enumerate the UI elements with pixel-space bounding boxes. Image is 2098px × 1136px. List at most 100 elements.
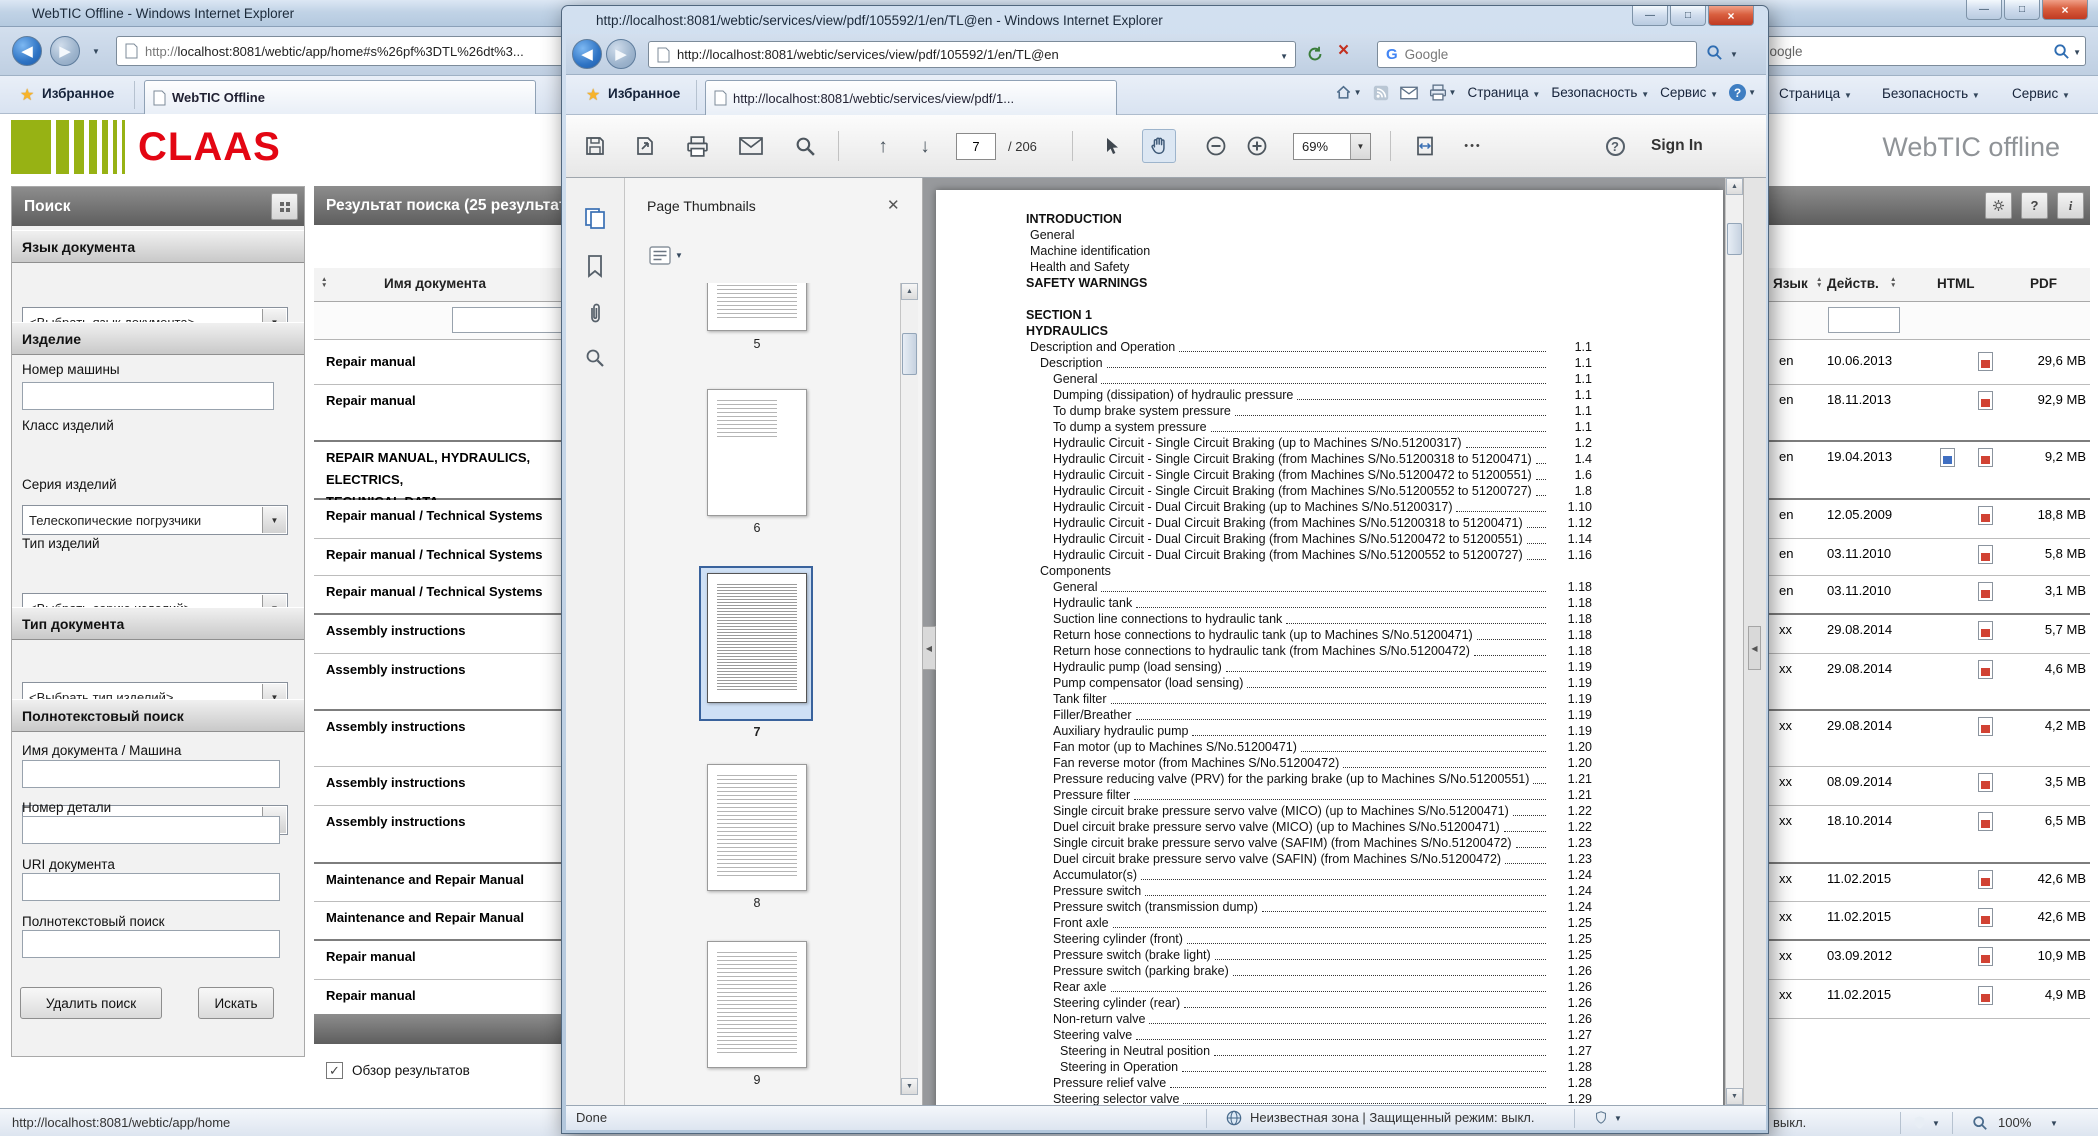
fit-page-icon[interactable]	[1408, 129, 1442, 163]
panel-settings-button[interactable]	[271, 193, 298, 220]
pdf-file-icon[interactable]	[1978, 506, 1993, 528]
close-button[interactable]: ×	[2042, 0, 2088, 20]
back-button[interactable]: ◀	[12, 36, 42, 66]
menu-tools[interactable]: Сервис ▼	[1660, 85, 1718, 100]
pdf-file-icon[interactable]	[1978, 621, 1993, 643]
thumbnail-page-7[interactable]	[707, 573, 807, 703]
sort-icon[interactable]: ▲▼	[321, 277, 327, 289]
maximize-button[interactable]: □	[2004, 0, 2040, 20]
pdf-file-icon[interactable]	[1978, 660, 1993, 682]
shield-icon[interactable]	[1594, 1109, 1608, 1126]
forward-button[interactable]: ▶	[50, 36, 80, 66]
favorites-star-icon[interactable]: ★	[20, 85, 34, 105]
email-icon[interactable]	[1400, 86, 1418, 100]
product-class-select[interactable]: Телескопические погрузчики▼	[22, 505, 288, 535]
pdf-file-icon[interactable]	[1978, 773, 1993, 795]
scroll-up-button[interactable]: ▲	[901, 283, 918, 300]
select-tool-icon[interactable]	[1094, 129, 1128, 163]
results-help-button[interactable]: ?	[2021, 192, 2048, 219]
thumbnail-page-6[interactable]	[707, 389, 807, 516]
chevron-down-icon[interactable]: ▼	[1449, 88, 1457, 97]
sign-in-button[interactable]: Sign In	[1651, 137, 1703, 155]
results-info-button[interactable]: i	[2057, 192, 2084, 219]
overview-checkbox[interactable]: ✓	[326, 1062, 343, 1079]
thumbnail-page-9[interactable]	[707, 941, 807, 1068]
menu-safety[interactable]: Безопасность ▼	[1551, 85, 1649, 100]
zoom-out-icon[interactable]	[1199, 129, 1233, 163]
shield-icon[interactable]	[1912, 1114, 1927, 1131]
thumbnail-options-button[interactable]: ▼	[649, 246, 683, 265]
scroll-down-button[interactable]: ▼	[1726, 1088, 1743, 1105]
column-document-name[interactable]: Имя документа	[384, 276, 486, 291]
minimize-button[interactable]: —	[1632, 6, 1668, 26]
next-page-icon[interactable]: ↓	[908, 129, 942, 163]
thumbnail-page-5[interactable]	[707, 283, 807, 331]
column-language[interactable]: Язык	[1773, 276, 1808, 291]
pdf-file-icon[interactable]	[1978, 908, 1993, 930]
page-thumbnails-icon[interactable]	[583, 206, 607, 230]
pdf-file-icon[interactable]	[1978, 545, 1993, 567]
pdf-file-icon[interactable]	[1978, 717, 1993, 739]
pdf-file-icon[interactable]	[1978, 391, 1993, 413]
page-number-input[interactable]	[956, 133, 996, 160]
scroll-down-button[interactable]: ▼	[901, 1078, 918, 1095]
stop-button[interactable]: ×	[1338, 40, 1349, 62]
pdf-document-area[interactable]: INTRODUCTIONGeneralMachine identificatio…	[923, 178, 1725, 1105]
scrollbar-thumb[interactable]	[1727, 223, 1742, 255]
collapse-left-pane-button[interactable]: ◀	[923, 626, 936, 670]
results-settings-button[interactable]	[1985, 192, 2012, 219]
close-button[interactable]: ×	[1708, 6, 1754, 26]
part-number-input[interactable]	[22, 816, 280, 844]
tab-webtic-offline[interactable]: WebTIC Offline	[144, 80, 536, 114]
more-tools-icon[interactable]: •••	[1456, 129, 1490, 163]
address-bar[interactable]: http://localhost:8081/webtic/services/vi…	[648, 41, 1296, 68]
refresh-button[interactable]	[1306, 45, 1324, 63]
date-filter-input[interactable]	[1828, 307, 1900, 333]
document-scrollbar[interactable]: ▲ ▼	[1725, 178, 1743, 1105]
pdf-file-icon[interactable]	[1978, 986, 1993, 1008]
menu-tools[interactable]: Сервис ▼	[2012, 86, 2070, 101]
chevron-down-icon[interactable]: ▼	[262, 507, 286, 533]
search-box[interactable]: G Google	[1377, 41, 1697, 68]
scroll-up-button[interactable]: ▲	[1726, 178, 1743, 195]
html-file-icon[interactable]	[1940, 448, 1955, 470]
help-icon[interactable]: ? ▼	[1729, 84, 1756, 101]
share-icon[interactable]	[628, 129, 662, 163]
chevron-down-icon[interactable]: ▼	[1932, 1119, 1940, 1128]
machine-number-input[interactable]	[22, 382, 274, 410]
forward-button[interactable]: ▶	[606, 39, 636, 69]
chevron-down-icon[interactable]: ▼	[1354, 88, 1362, 97]
pdf-file-icon[interactable]	[1978, 812, 1993, 834]
pdf-file-icon[interactable]	[1978, 947, 1993, 969]
search-button[interactable]: Искать	[198, 987, 274, 1019]
help-icon[interactable]: ?	[1598, 129, 1632, 163]
favorites-star-icon[interactable]: ★	[586, 85, 600, 105]
chevron-down-icon[interactable]: ▼	[1280, 52, 1288, 61]
zoom-in-icon[interactable]	[1240, 129, 1274, 163]
menu-page[interactable]: Страница ▼	[1467, 85, 1540, 100]
thumbnails-scrollbar[interactable]: ▲ ▼	[900, 283, 918, 1095]
document-uri-input[interactable]	[22, 873, 280, 901]
pdf-file-icon[interactable]	[1978, 448, 1993, 470]
sort-icon[interactable]: ▲▼	[1816, 277, 1822, 289]
zoom-icon[interactable]	[1972, 1115, 1988, 1131]
back-button[interactable]: ◀	[572, 39, 602, 69]
search-icon[interactable]	[1706, 44, 1723, 61]
favorites-button[interactable]: Избранное	[608, 86, 680, 101]
save-icon[interactable]	[578, 129, 612, 163]
fulltext-input[interactable]	[22, 930, 280, 958]
sort-icon[interactable]: ▲▼	[1890, 277, 1896, 289]
history-dropdown-icon[interactable]: ▼	[92, 47, 100, 56]
sidebar-search-icon[interactable]	[585, 348, 605, 368]
pdf-file-icon[interactable]	[1978, 582, 1993, 604]
favorites-button[interactable]: Избранное	[42, 86, 114, 101]
pdf-file-icon[interactable]	[1978, 870, 1993, 892]
menu-safety[interactable]: Безопасность ▼	[1882, 86, 1980, 101]
search-options-dropdown-icon[interactable]: ▼	[2073, 48, 2081, 57]
maximize-button[interactable]: □	[1670, 6, 1706, 26]
column-pdf[interactable]: PDF	[2030, 276, 2057, 291]
chevron-down-icon[interactable]: ▼	[1730, 50, 1738, 59]
home-icon[interactable]: ▼	[1335, 84, 1362, 101]
email-icon[interactable]	[734, 129, 768, 163]
zoom-level-select[interactable]: 69% ▼	[1293, 133, 1371, 160]
